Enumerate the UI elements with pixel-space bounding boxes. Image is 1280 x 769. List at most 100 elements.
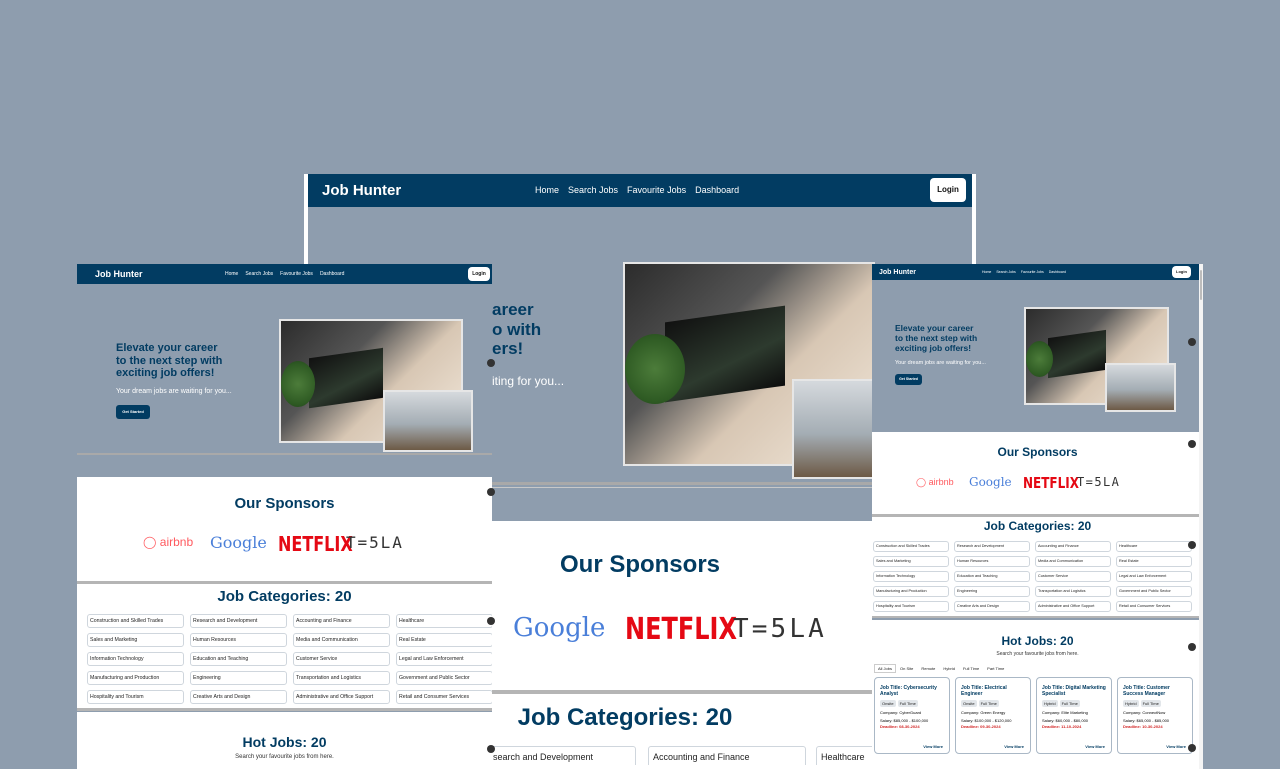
category-item[interactable]: Government and Public Sector [396, 671, 492, 685]
category-item[interactable]: Engineering [190, 671, 287, 685]
category-item[interactable]: Human Resources [954, 556, 1030, 567]
nav-favourite-jobs[interactable]: Favourite Jobs [280, 271, 313, 277]
category-item[interactable]: Media and Communication [293, 633, 390, 647]
tesla-logo: T=5LA [733, 614, 827, 644]
job-card[interactable]: Job Title: Cybersecurity Analyst Onsite Fu… [874, 677, 950, 754]
category-item[interactable]: Real Estate [396, 633, 492, 647]
scrollbar[interactable] [1199, 264, 1203, 769]
job-card[interactable]: Job Title: Digital Marketing Specialist H… [1036, 677, 1112, 754]
category-item[interactable]: Media and Communication [1035, 556, 1111, 567]
brand-logo[interactable]: Job Hunter [95, 269, 143, 279]
category-item[interactable]: Hospitality and Tourism [873, 601, 949, 612]
job-title: Job Title: Customer Success Manager [1123, 685, 1170, 697]
get-started-button[interactable]: Get Started [116, 405, 150, 419]
category-item[interactable]: Government and Public Sector [1116, 586, 1192, 597]
scroll-top-button[interactable] [487, 617, 495, 625]
brand-logo[interactable]: Job Hunter [322, 182, 401, 199]
category-item[interactable]: Creative Arts and Design [190, 690, 287, 704]
job-company: Company: ConnectNow [1123, 710, 1166, 715]
category-item[interactable]: Real Estate [1116, 556, 1192, 567]
tab-remote[interactable]: Remote [917, 664, 939, 673]
category-item[interactable]: Education and Teaching [190, 652, 287, 666]
category-item[interactable]: Creative Arts and Design [954, 601, 1030, 612]
category-item[interactable]: Retail and Consumer Services [396, 690, 492, 704]
hot-jobs-section: Hot Jobs: 20 Search your favourite jobs … [872, 620, 1203, 769]
category-item[interactable]: Healthcare [396, 614, 492, 628]
category-item[interactable]: Transportation and Logistics [293, 671, 390, 685]
nav-dashboard[interactable]: Dashboard [1049, 270, 1066, 274]
tab-part-time[interactable]: Part Time [983, 664, 1008, 673]
tab-full-time[interactable]: Full Time [959, 664, 983, 673]
hero-subtitle: Your dream jobs are waiting for you... [116, 388, 232, 395]
nav-home[interactable]: Home [982, 270, 991, 274]
netflix-logo: NETFLIX [625, 612, 737, 647]
scroll-top-button[interactable] [1188, 643, 1196, 651]
scroll-top-button[interactable] [487, 488, 495, 496]
scroll-top-button[interactable] [1188, 744, 1196, 752]
tab-on-site[interactable]: On Site [896, 664, 917, 673]
hero-inset-image [383, 390, 473, 452]
category-item[interactable]: Customer Service [293, 652, 390, 666]
nav-dashboard[interactable]: Dashboard [320, 271, 344, 277]
category-item[interactable]: Customer Service [1035, 571, 1111, 582]
login-button[interactable]: Login [468, 267, 490, 281]
login-button[interactable]: Login [930, 178, 966, 202]
category-item[interactable]: Accounting and Finance [293, 614, 390, 628]
scroll-top-button[interactable] [487, 359, 495, 367]
nav-favourite-jobs[interactable]: Favourite Jobs [1021, 270, 1044, 274]
category-item[interactable]: Hospitality and Tourism [87, 690, 184, 704]
view-more-link[interactable]: View More [1004, 744, 1024, 749]
tab-all-jobs[interactable]: All Jobs [874, 664, 897, 673]
category-item[interactable]: search and Development [490, 746, 636, 765]
nav-search-jobs[interactable]: Search Jobs [996, 270, 1015, 274]
category-item[interactable]: Sales and Marketing [873, 556, 949, 567]
scrollbar-thumb[interactable] [1200, 270, 1202, 300]
category-item[interactable]: Manufacturing and Production [873, 586, 949, 597]
tab-hybrid[interactable]: Hybrid [939, 664, 959, 673]
category-item[interactable]: Education and Teaching [954, 571, 1030, 582]
get-started-button[interactable]: Get Started [895, 374, 922, 385]
scroll-top-button[interactable] [1188, 440, 1196, 448]
categories-title: Job Categories: 20 [217, 588, 352, 605]
category-item[interactable]: Transportation and Logistics [1035, 586, 1111, 597]
category-item[interactable]: Human Resources [190, 633, 287, 647]
view-more-link[interactable]: View More [1166, 744, 1186, 749]
divider [872, 616, 1203, 618]
login-button[interactable]: Login [1172, 266, 1191, 278]
category-item[interactable]: Research and Development [954, 541, 1030, 552]
job-filter-tabs: All Jobs On Site Remote Hybrid Full Time… [874, 664, 1008, 673]
divider [77, 708, 492, 711]
nav-dashboard[interactable]: Dashboard [695, 185, 739, 195]
navbar: Job Hunter Home Search Jobs Favourite Jo… [872, 264, 1203, 280]
category-item[interactable]: Construction and Skilled Trades [873, 541, 949, 552]
category-item[interactable]: Construction and Skilled Trades [87, 614, 184, 628]
category-item[interactable]: Research and Development [190, 614, 287, 628]
nav-favourite-jobs[interactable]: Favourite Jobs [627, 185, 686, 195]
scroll-top-button[interactable] [1188, 541, 1196, 549]
category-item[interactable]: Manufacturing and Production [87, 671, 184, 685]
category-item[interactable]: Administrative and Office Support [1035, 601, 1111, 612]
view-more-link[interactable]: View More [1085, 744, 1105, 749]
brand-logo[interactable]: Job Hunter [879, 269, 916, 276]
category-item[interactable]: Healthcare [1116, 541, 1192, 552]
category-item[interactable]: Accounting and Finance [1035, 541, 1111, 552]
view-more-link[interactable]: View More [923, 744, 943, 749]
category-item[interactable]: Sales and Marketing [87, 633, 184, 647]
category-item[interactable]: Engineering [954, 586, 1030, 597]
category-item[interactable]: Information Technology [873, 571, 949, 582]
category-item[interactable]: Accounting and Finance [648, 746, 806, 765]
nav-search-jobs[interactable]: Search Jobs [568, 185, 618, 195]
scroll-top-button[interactable] [487, 745, 495, 753]
category-item[interactable]: Legal and Law Enforcement [396, 652, 492, 666]
category-item[interactable]: Administrative and Office Support [293, 690, 390, 704]
job-card[interactable]: Job Title: Customer Success Manager Hybri… [1117, 677, 1193, 754]
job-card[interactable]: Job Title: Electrical Engineer Onsite Full… [955, 677, 1031, 754]
job-salary: Salary: $100,000 - $120,000 [961, 718, 1012, 723]
nav-search-jobs[interactable]: Search Jobs [245, 271, 273, 277]
category-item[interactable]: Legal and Law Enforcement [1116, 571, 1192, 582]
scroll-top-button[interactable] [1188, 338, 1196, 346]
nav-home[interactable]: Home [535, 185, 559, 195]
category-item[interactable]: Retail and Consumer Services [1116, 601, 1192, 612]
nav-home[interactable]: Home [225, 271, 238, 277]
category-item[interactable]: Information Technology [87, 652, 184, 666]
